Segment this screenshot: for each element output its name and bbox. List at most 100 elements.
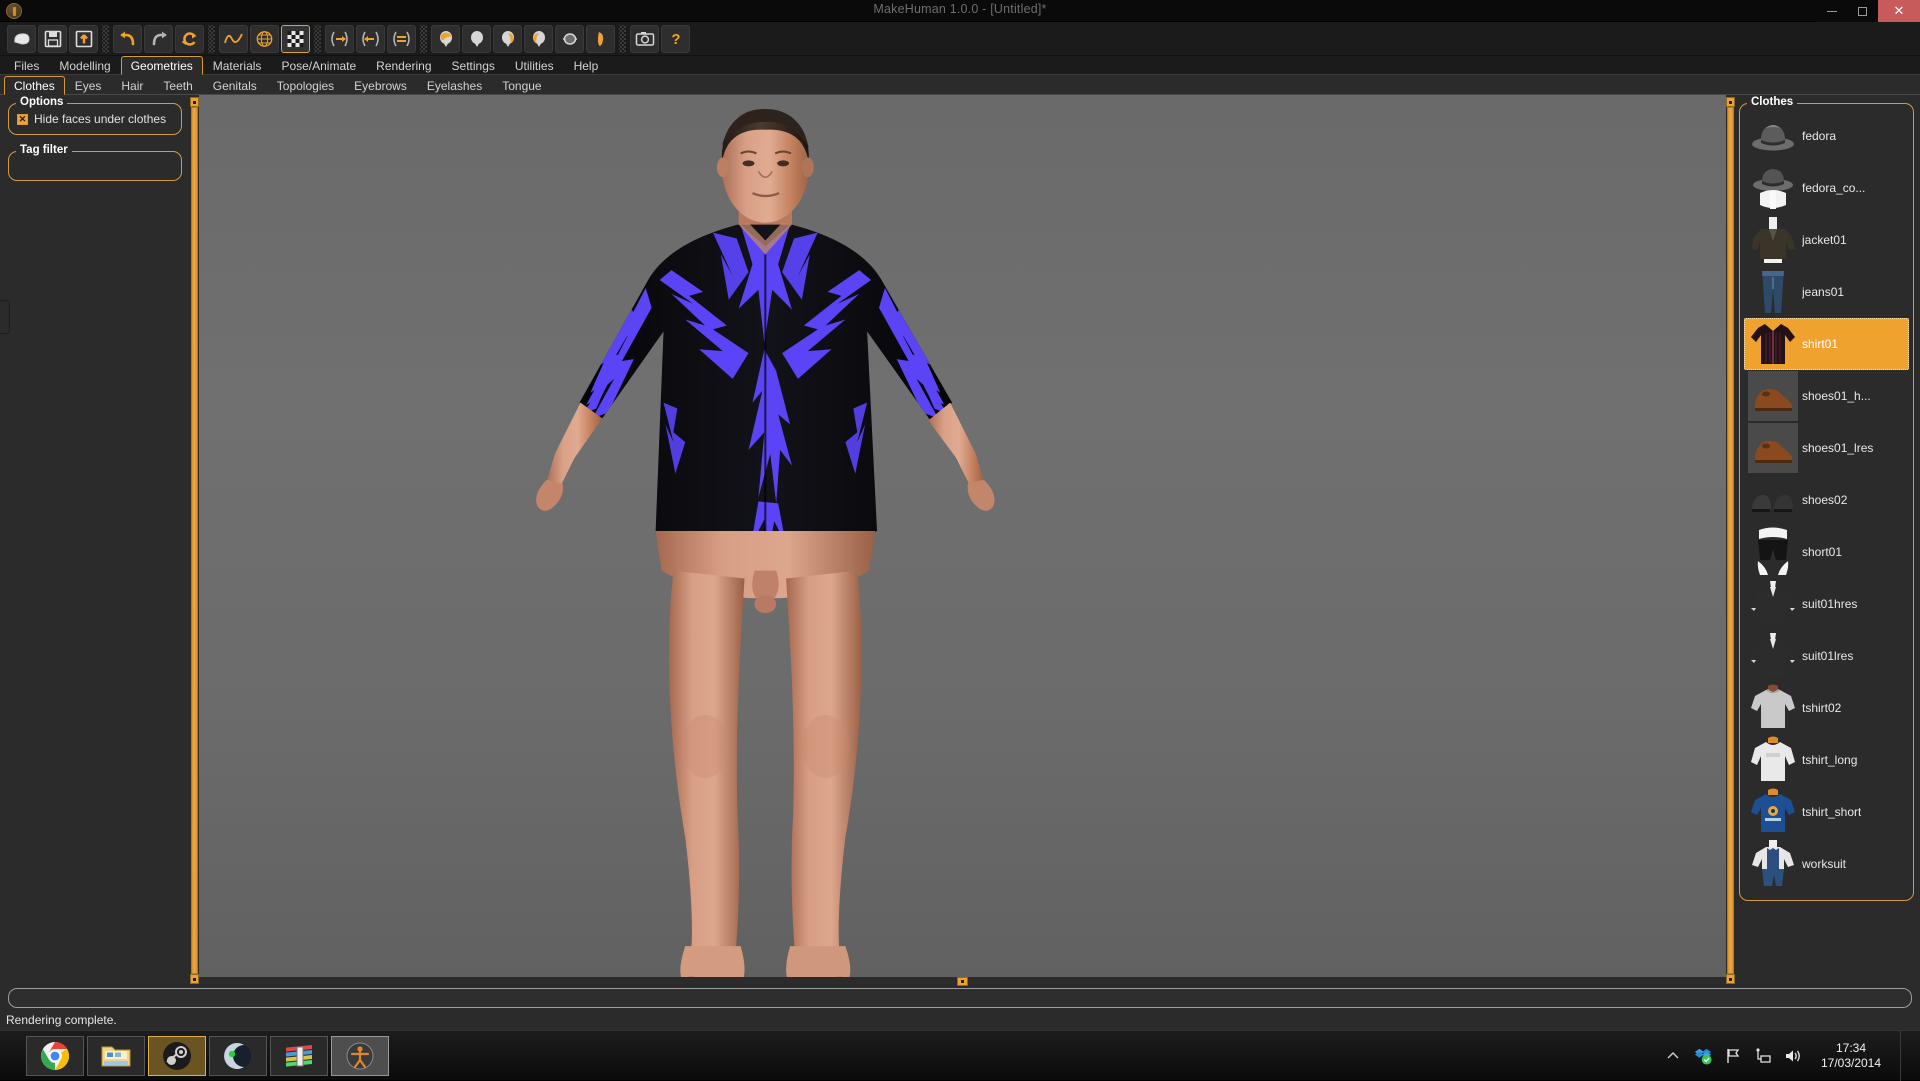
- clothes-item-fedora-coat[interactable]: fedora_co...: [1744, 162, 1909, 214]
- taskbar-winrar[interactable]: [270, 1035, 328, 1076]
- start-button[interactable]: [0, 1031, 26, 1081]
- left-splitter-bar[interactable]: [191, 107, 198, 974]
- hide-faces-checkbox[interactable]: ✕: [17, 113, 28, 125]
- wireframe-button[interactable]: [250, 24, 279, 53]
- 3d-viewport[interactable]: [199, 95, 1726, 977]
- taskbar-chrome[interactable]: [26, 1035, 84, 1076]
- clothes-item-shoes02[interactable]: shoes02: [1744, 474, 1909, 526]
- speaker-icon[interactable]: [1784, 1047, 1802, 1065]
- windows-taskbar: 17:34 17/03/2014: [0, 1030, 1920, 1081]
- back-view-button[interactable]: [462, 24, 491, 53]
- makehuman-icon: [346, 1042, 374, 1069]
- subtab-tongue[interactable]: Tongue: [492, 76, 551, 95]
- clothes-item-label: jeans01: [1802, 285, 1845, 299]
- left-view-button[interactable]: [493, 24, 522, 53]
- main-tab-bar: Files Modelling Geometries Materials Pos…: [0, 56, 1920, 75]
- right-view-button[interactable]: [524, 24, 553, 53]
- clothes-item-label: tshirt_long: [1802, 753, 1858, 767]
- tab-rendering[interactable]: Rendering: [366, 56, 441, 75]
- load-file-button[interactable]: [69, 24, 98, 53]
- close-button[interactable]: ✕: [1878, 0, 1920, 22]
- symmetry-right-button[interactable]: [325, 24, 354, 53]
- clothes-item-worksuit[interactable]: worksuit: [1744, 838, 1909, 890]
- clothes-item-tshirt-short[interactable]: tshirt_short: [1744, 786, 1909, 838]
- hide-faces-checkbox-row[interactable]: ✕ Hide faces under clothes: [17, 112, 173, 126]
- taskbar-makehuman[interactable]: [331, 1035, 389, 1076]
- dropbox-icon[interactable]: [1694, 1047, 1712, 1065]
- makehuman-window: MakeHuman 1.0.0 - [Untitled]* ✕ ? Files …: [0, 0, 1920, 1030]
- network-icon[interactable]: [1754, 1047, 1772, 1065]
- taskbar-clock[interactable]: 17:34 17/03/2014: [1814, 1041, 1888, 1071]
- clothes-item-jeans01[interactable]: jeans01: [1744, 266, 1909, 318]
- subtab-teeth[interactable]: Teeth: [153, 76, 202, 95]
- left-splitter-handle-top[interactable]: [190, 97, 199, 107]
- chevron-up-icon[interactable]: [1664, 1047, 1682, 1065]
- bottom-splitter[interactable]: [199, 977, 1726, 986]
- taskbar-steam[interactable]: [148, 1035, 206, 1076]
- top-view-button[interactable]: [555, 24, 584, 53]
- help-button[interactable]: ?: [661, 24, 690, 53]
- edge-panel-handle[interactable]: [0, 300, 10, 334]
- clothes-group: Clothes fedora fedora_co... jacket01 jea…: [1739, 96, 1914, 901]
- maximize-button[interactable]: [1847, 0, 1878, 22]
- subtab-eyes[interactable]: Eyes: [65, 76, 112, 95]
- tab-modelling[interactable]: Modelling: [49, 56, 120, 75]
- smooth-button[interactable]: [219, 24, 248, 53]
- left-splitter[interactable]: [190, 95, 199, 986]
- titlebar: MakeHuman 1.0.0 - [Untitled]* ✕: [0, 0, 1920, 22]
- clothes-item-suit01lres[interactable]: suit01lres: [1744, 630, 1909, 682]
- toolbar-group-edit: [112, 24, 205, 53]
- flag-icon[interactable]: [1724, 1047, 1742, 1065]
- clothes-item-jacket01[interactable]: jacket01: [1744, 214, 1909, 266]
- clothes-item-tshirt02[interactable]: tshirt02: [1744, 682, 1909, 734]
- tab-geometries[interactable]: Geometries: [120, 56, 203, 75]
- front-view-button[interactable]: [431, 24, 460, 53]
- subdivide-button[interactable]: [281, 24, 310, 53]
- minimize-button[interactable]: [1816, 0, 1847, 22]
- bottom-view-button[interactable]: [586, 24, 615, 53]
- left-splitter-handle-bottom[interactable]: [190, 974, 199, 984]
- clothes-item-shoes01-lres[interactable]: shoes01_lres: [1744, 422, 1909, 474]
- tag-filter-empty-area[interactable]: [17, 160, 173, 172]
- right-splitter-bar[interactable]: [1727, 107, 1734, 974]
- subtab-eyelashes[interactable]: Eyelashes: [417, 76, 492, 95]
- save-file-button[interactable]: [38, 24, 67, 53]
- show-desktop-button[interactable]: [1900, 1030, 1910, 1081]
- svg-text:?: ?: [671, 31, 680, 48]
- tab-pose-animate[interactable]: Pose/Animate: [271, 56, 366, 75]
- tab-files[interactable]: Files: [4, 56, 49, 75]
- clothes-item-short01[interactable]: short01: [1744, 526, 1909, 578]
- undo-button[interactable]: [113, 24, 142, 53]
- clothes-item-shirt01[interactable]: shirt01: [1744, 318, 1909, 370]
- subtab-genitals[interactable]: Genitals: [203, 76, 267, 95]
- subtab-eyebrows[interactable]: Eyebrows: [344, 76, 417, 95]
- clothes-item-tshirt-long[interactable]: tshirt_long: [1744, 734, 1909, 786]
- suit-thumb: [1748, 579, 1798, 629]
- subtab-clothes[interactable]: Clothes: [4, 76, 65, 95]
- grab-screen-button[interactable]: [630, 24, 659, 53]
- taskbar-explorer[interactable]: [87, 1035, 145, 1076]
- new-file-button[interactable]: [7, 24, 36, 53]
- subtab-topologies[interactable]: Topologies: [267, 76, 344, 95]
- tab-help[interactable]: Help: [564, 56, 609, 75]
- clothes-item-fedora[interactable]: fedora: [1744, 110, 1909, 162]
- sub-tab-bar: Clothes Eyes Hair Teeth Genitals Topolog…: [0, 75, 1920, 95]
- subtab-hair[interactable]: Hair: [111, 76, 153, 95]
- symmetry-left-button[interactable]: [356, 24, 385, 53]
- redo-button[interactable]: [144, 24, 173, 53]
- tab-settings[interactable]: Settings: [442, 56, 505, 75]
- tab-utilities[interactable]: Utilities: [505, 56, 564, 75]
- symmetry-equal-button[interactable]: [387, 24, 416, 53]
- tab-materials[interactable]: Materials: [203, 56, 272, 75]
- right-splitter-handle-top[interactable]: [1726, 97, 1735, 107]
- reset-mesh-button[interactable]: [175, 24, 204, 53]
- bottom-splitter-handle[interactable]: [957, 977, 968, 986]
- right-splitter-handle-bottom[interactable]: [1726, 974, 1735, 984]
- toolbar-group-symmetry: [324, 24, 417, 53]
- taskbar-media-player[interactable]: [209, 1035, 267, 1076]
- right-splitter[interactable]: [1726, 95, 1735, 986]
- clothes-item-suit01hres[interactable]: suit01hres: [1744, 578, 1909, 630]
- human-model-render: [536, 109, 995, 977]
- clothes-item-shoes01-hres[interactable]: shoes01_h...: [1744, 370, 1909, 422]
- model-head: [716, 109, 814, 223]
